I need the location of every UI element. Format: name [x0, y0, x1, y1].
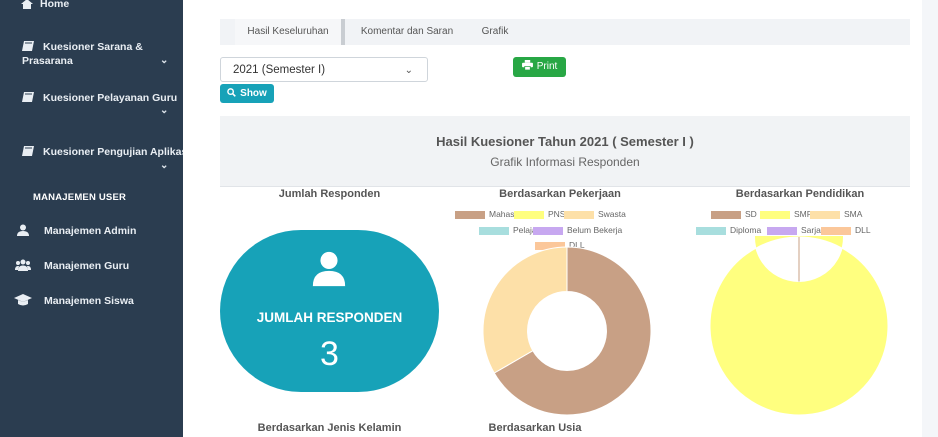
sidebar-item-label: Manajemen Guru: [44, 260, 130, 272]
legend-item[interactable]: Diploma: [696, 225, 761, 235]
book-icon: [22, 146, 34, 156]
section-title-jumlah: Jumlah Responden: [278, 188, 381, 200]
sidebar-item-kuesioner-pengujian[interactable]: Kuesioner Pengujian Aplikasi ⌄: [0, 145, 190, 175]
graduation-cap-icon: [14, 294, 32, 306]
show-label: Show: [240, 88, 267, 99]
sidebar-item-label: Kuesioner Pelayanan Guru: [43, 92, 178, 104]
legend-swatch: [533, 226, 563, 235]
legend-item[interactable]: PNS: [514, 209, 565, 219]
chevron-down-icon: ⌄: [404, 65, 413, 76]
semester-select[interactable]: 2021 (Semester I) ⌄: [220, 57, 428, 82]
print-label: Print: [536, 61, 558, 72]
legend-item[interactable]: DLL: [821, 225, 871, 235]
results-panel-header: Hasil Kuesioner Tahun 2021 ( Semester I …: [220, 116, 910, 187]
legend-swatch: [760, 210, 790, 219]
page-subtitle: Grafik Informasi Responden: [490, 155, 640, 169]
legend-item[interactable]: SD: [711, 209, 757, 219]
user-icon: [17, 224, 29, 236]
tab-grafik[interactable]: Grafik: [470, 19, 520, 45]
legend-swatch: [696, 226, 726, 235]
legend-label: Diploma: [730, 225, 762, 235]
chevron-down-icon: ⌄: [160, 160, 169, 171]
semester-select-value: 2021 (Semester I): [233, 64, 326, 76]
chart-pendidikan: [709, 236, 889, 416]
print-button[interactable]: Print: [513, 57, 566, 77]
legend-swatch: [479, 226, 509, 235]
legend-swatch: [821, 226, 851, 235]
page-title: Hasil Kuesioner Tahun 2021 ( Semester I …: [436, 134, 694, 149]
sidebar-item-label-line2: Prasarana: [22, 55, 73, 67]
legend-item[interactable]: Pelajar: [479, 225, 539, 235]
section-title-pekerjaan: Berdasarkan Pekerjaan: [499, 188, 621, 200]
sidebar-section-header: MANAJEMEN USER: [33, 192, 127, 203]
book-icon: [22, 92, 34, 102]
chevron-down-icon: ⌄: [160, 105, 169, 116]
respondent-count-label: JUMLAH RESPONDEN: [256, 310, 403, 325]
print-icon: [521, 60, 533, 71]
sidebar-item-home[interactable]: Home: [0, 0, 183, 12]
legend-label: PNS: [548, 209, 566, 219]
sidebar: Home Kuesioner Sarana & Prasarana ⌄ Kues…: [0, 0, 190, 437]
home-icon: [21, 0, 33, 9]
legend-label: Swasta: [598, 209, 626, 219]
tab-hasil-keseluruhan[interactable]: Hasil Keseluruhan: [235, 19, 345, 45]
legend-swatch: [810, 210, 840, 219]
legend-item[interactable]: Belum Bekerja: [533, 225, 622, 235]
book-icon: [22, 41, 34, 51]
search-icon: [227, 88, 237, 97]
legend-item[interactable]: SMP: [760, 209, 812, 219]
sidebar-item-label: Manajemen Siswa: [44, 295, 134, 307]
user-icon: [312, 251, 346, 287]
legend-swatch: [711, 210, 741, 219]
section-title-usia: Berdasarkan Usia: [488, 422, 582, 434]
legend-label: SMA: [844, 209, 863, 219]
legend-label: DLL: [855, 225, 871, 235]
sidebar-item-label: Manajemen Admin: [44, 225, 137, 237]
scroll-gutter: [922, 0, 938, 437]
respondent-count-card: JUMLAH RESPONDEN 3: [220, 230, 439, 392]
legend-swatch: [455, 210, 485, 219]
legend-swatch: [564, 210, 594, 219]
tab-komentar-dan-saran[interactable]: Komentar dan Saran: [352, 19, 462, 45]
chevron-down-icon: ⌄: [160, 55, 169, 66]
sidebar-item-manajemen-admin[interactable]: Manajemen Admin: [0, 224, 183, 240]
sidebar-item-manajemen-guru[interactable]: Manajemen Guru: [0, 259, 183, 275]
legend-item[interactable]: Swasta: [564, 209, 626, 219]
sidebar-item-label: Home: [40, 0, 70, 10]
legend-label: Belum Bekerja: [567, 225, 623, 235]
chart-pekerjaan: [482, 246, 652, 416]
respondent-count-value: 3: [320, 335, 339, 373]
section-title-pendidikan: Berdasarkan Pendidikan: [735, 188, 865, 200]
sidebar-item-label: Kuesioner Pengujian Aplikasi: [43, 146, 191, 158]
donut-slice-swasta[interactable]: [482, 246, 568, 374]
users-icon: [15, 259, 31, 271]
show-button[interactable]: Show: [220, 84, 274, 103]
sidebar-item-kuesioner-pelayanan[interactable]: Kuesioner Pelayanan Guru ⌄: [0, 91, 183, 121]
legend-swatch: [767, 226, 797, 235]
sidebar-item-label: Kuesioner Sarana &: [43, 41, 143, 53]
legend-label: SD: [745, 209, 757, 219]
legend-swatch: [514, 210, 544, 219]
sidebar-item-kuesioner-sarana[interactable]: Kuesioner Sarana & Prasarana ⌄: [0, 40, 183, 70]
sidebar-item-manajemen-siswa[interactable]: Manajemen Siswa: [0, 294, 183, 310]
legend-item[interactable]: SMA: [810, 209, 862, 219]
section-title-jenis-kelamin: Berdasarkan Jenis Kelamin: [257, 422, 402, 434]
